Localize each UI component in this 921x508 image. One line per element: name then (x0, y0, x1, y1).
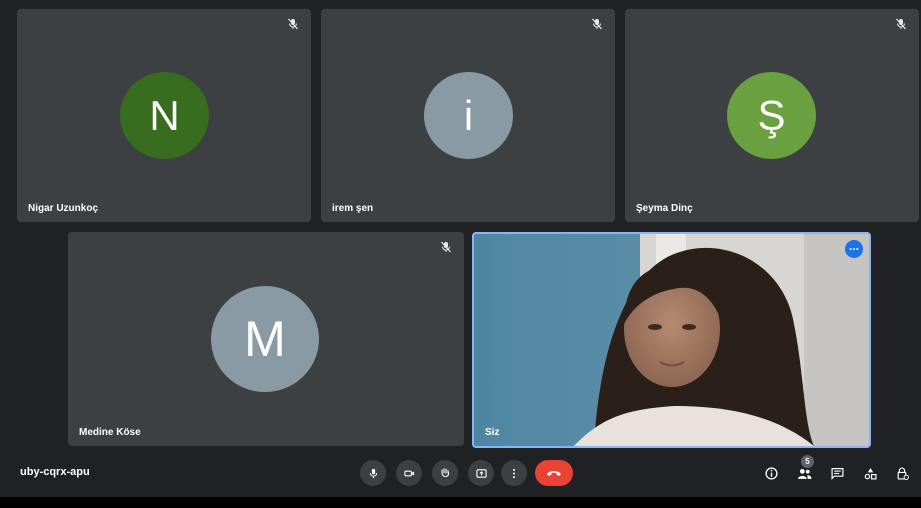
participant-tile-irem[interactable]: i irem şen (321, 9, 615, 222)
people-icon (797, 468, 811, 479)
mic-off-icon (287, 17, 299, 30)
more-options-icon (512, 468, 516, 478)
mic-off-icon (440, 240, 452, 253)
activities-button[interactable] (859, 462, 881, 484)
participant-tile-medine[interactable]: M Medine Köse (68, 232, 464, 446)
participant-name: Medine Köse (79, 427, 141, 438)
people-button[interactable]: 5 (793, 455, 815, 484)
people-count-badge: 5 (801, 455, 814, 468)
avatar: M (211, 286, 319, 392)
chat-button[interactable] (826, 462, 848, 484)
participant-name: irem şen (332, 203, 374, 214)
activities-icon (864, 467, 877, 480)
chat-icon (830, 467, 844, 480)
camera-button[interactable] (396, 460, 422, 486)
present-screen-icon (475, 468, 487, 478)
meeting-code: uby-cqrx-apu (20, 466, 90, 478)
camera-icon (403, 470, 414, 476)
self-name: Siz (485, 427, 500, 438)
bottom-edge (0, 497, 921, 508)
participant-tile-seyma[interactable]: Ş Şeyma Dinç (625, 9, 919, 222)
leave-call-button[interactable] (535, 460, 573, 486)
mic-off-icon (591, 17, 603, 30)
avatar: Ş (727, 72, 816, 159)
participant-name: Şeyma Dinç (636, 203, 693, 214)
self-video-feed (474, 234, 869, 446)
hang-up-icon (547, 471, 561, 476)
participant-tile-nigar[interactable]: N Nigar Uzunkoç (17, 9, 311, 222)
participant-name: Nigar Uzunkoç (28, 203, 99, 214)
mic-off-icon (895, 17, 907, 30)
info-icon (764, 466, 778, 480)
present-screen-button[interactable] (468, 460, 494, 486)
raise-hand-icon (441, 468, 450, 478)
host-controls-button[interactable] (891, 462, 913, 484)
control-bar: uby-cqrx-apu 5 (0, 449, 921, 497)
avatar: i (424, 72, 513, 159)
self-view-tile[interactable]: Siz (472, 232, 871, 448)
host-controls-icon (897, 467, 909, 480)
more-options-button[interactable] (501, 460, 527, 486)
mic-button[interactable] (360, 460, 386, 486)
raise-hand-button[interactable] (432, 460, 458, 486)
self-view-more-options-icon[interactable] (845, 240, 863, 258)
meeting-details-button[interactable] (760, 462, 782, 484)
mic-icon (369, 468, 377, 478)
avatar: N (120, 72, 209, 159)
